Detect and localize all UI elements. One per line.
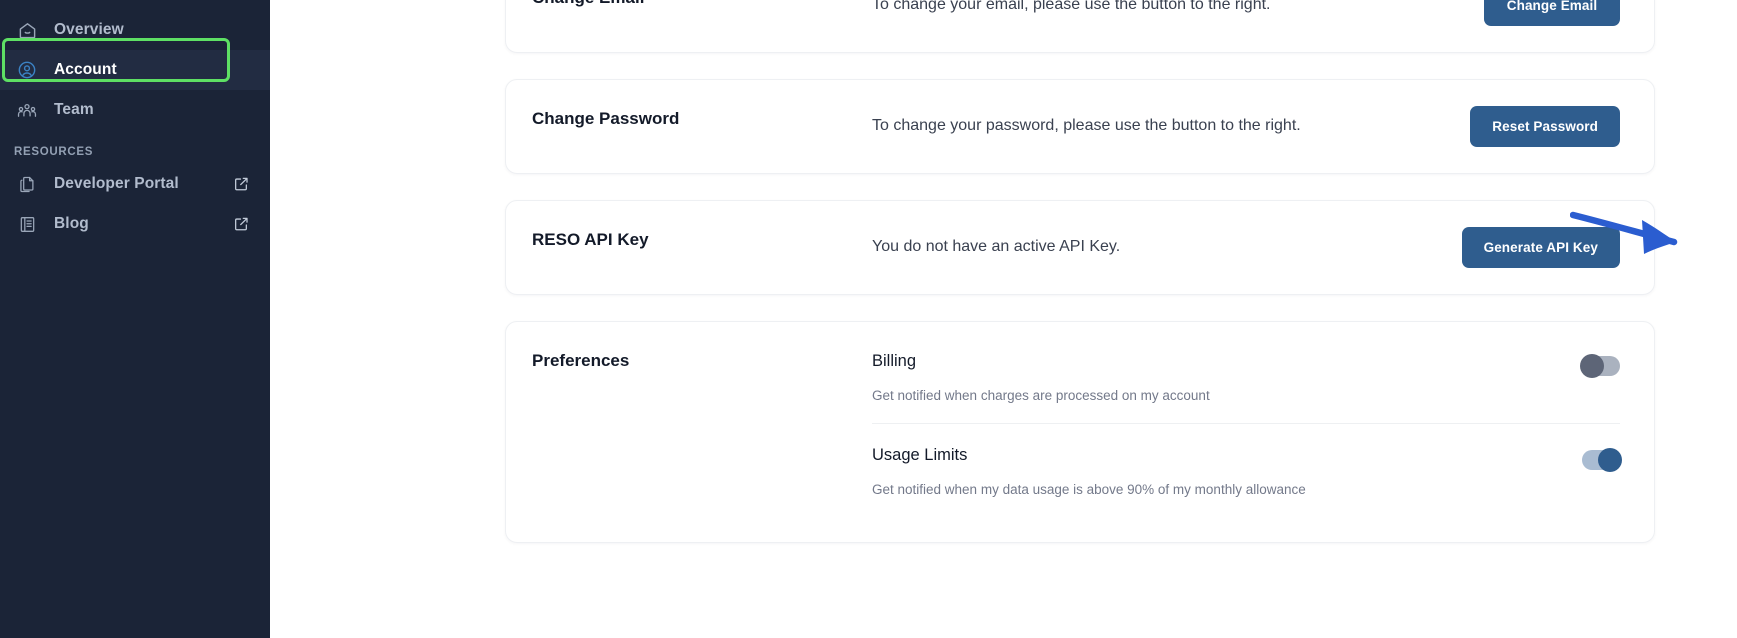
card-change-email: Change Email To change your email, pleas… [505, 0, 1655, 53]
preference-description: Get notified when charges are processed … [872, 388, 1210, 403]
card-change-password: Change Password To change your password,… [505, 79, 1655, 174]
preference-text: Usage Limits Get notified when my data u… [872, 446, 1306, 499]
toggle-knob [1598, 447, 1622, 472]
card-reso-api-key: RESO API Key You do not have an active A… [505, 200, 1655, 295]
main-content: Change Email To change your email, pleas… [270, 0, 1737, 638]
page-root: Overview Account Team RESOURCES Develope… [0, 0, 1737, 638]
team-icon [14, 101, 40, 120]
preferences-body: Billing Get notified when charges are pr… [872, 348, 1622, 517]
home-icon [14, 21, 40, 40]
sidebar-section-resources: RESOURCES [14, 146, 94, 158]
sidebar-item-team[interactable]: Team [0, 90, 270, 130]
sidebar-item-label: Overview [54, 21, 124, 38]
preference-row-billing: Billing Get notified when charges are pr… [872, 348, 1620, 423]
card-preferences: Preferences Billing Get notified when ch… [505, 321, 1655, 544]
documents-icon [14, 175, 40, 194]
card-title: Change Email [532, 0, 872, 9]
sidebar-item-account[interactable]: Account [0, 50, 270, 90]
external-link-icon [230, 176, 252, 192]
card-description: To change your password, please use the … [872, 117, 1301, 135]
sidebar: Overview Account Team RESOURCES Develope… [0, 0, 270, 638]
external-link-icon [230, 216, 252, 232]
card-description: You do not have an active API Key. [872, 238, 1121, 256]
usage-limits-toggle[interactable] [1582, 447, 1622, 472]
card-body: You do not have an active API Key. Gener… [872, 227, 1620, 268]
preference-name: Billing [872, 352, 917, 370]
card-title: Preferences [532, 351, 630, 370]
sidebar-item-developer-portal[interactable]: Developer Portal [0, 164, 270, 204]
preference-name: Usage Limits [872, 445, 968, 464]
card-description: To change your email, please use the but… [872, 0, 1271, 14]
card-title: RESO API Key [532, 230, 649, 249]
billing-toggle[interactable] [1580, 354, 1620, 378]
sidebar-item-label: Team [54, 101, 94, 118]
generate-api-key-button[interactable]: Generate API Key [1461, 227, 1620, 268]
change-email-button[interactable]: Change Email [1484, 0, 1620, 26]
user-circle-icon [14, 60, 40, 80]
sidebar-item-label: Developer Portal [54, 175, 179, 192]
card-title: Change Password [532, 109, 680, 128]
cards-list: Change Email To change your email, pleas… [505, 0, 1655, 544]
preference-text: Billing Get notified when charges are pr… [872, 352, 1210, 405]
preference-description: Get notified when my data usage is above… [872, 481, 1306, 497]
preference-row-usage-limits: Usage Limits Get notified when my data u… [872, 422, 1622, 517]
reset-password-button[interactable]: Reset Password [1470, 106, 1620, 147]
sidebar-item-overview[interactable]: Overview [0, 10, 270, 50]
card-body: To change your email, please use the but… [872, 0, 1620, 26]
book-icon [14, 215, 40, 234]
card-body: To change your password, please use the … [872, 106, 1620, 147]
sidebar-item-label: Account [54, 61, 117, 78]
sidebar-item-blog[interactable]: Blog [0, 204, 270, 244]
toggle-knob [1580, 354, 1604, 378]
sidebar-item-label: Blog [54, 215, 89, 232]
